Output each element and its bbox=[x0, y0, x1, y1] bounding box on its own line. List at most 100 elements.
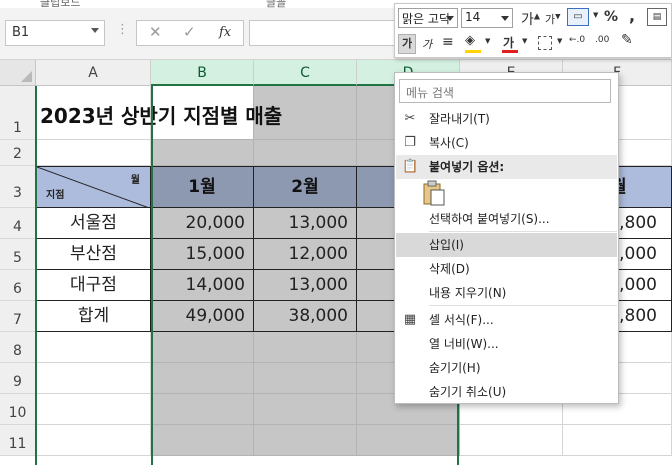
row-header-9[interactable]: 9 bbox=[0, 363, 36, 394]
menu-item-copy[interactable]: ❐ 복사(C) bbox=[396, 131, 617, 155]
column-header-c[interactable]: C bbox=[254, 60, 357, 86]
align-center-icon[interactable]: ≡ bbox=[442, 34, 454, 50]
bold-button[interactable]: 가 bbox=[398, 34, 416, 54]
fill-color-icon[interactable]: ◈ bbox=[465, 33, 481, 53]
decrease-decimal-button[interactable]: .00 bbox=[595, 35, 609, 45]
italic-button[interactable]: 가 bbox=[422, 36, 432, 52]
select-all-corner[interactable] bbox=[0, 60, 36, 86]
chevron-down-icon[interactable]: ▼ bbox=[593, 11, 598, 19]
chevron-down-icon[interactable] bbox=[91, 28, 99, 33]
chevron-down-icon[interactable]: ▼ bbox=[522, 37, 527, 45]
cell-empty[interactable] bbox=[36, 394, 151, 425]
cell-value[interactable]: 13,000 bbox=[254, 270, 357, 301]
menu-item-format-cells[interactable]: ▦ 셀 서식(F)... bbox=[396, 308, 617, 332]
cell-value[interactable]: 15,000 bbox=[151, 239, 254, 270]
cell-empty[interactable] bbox=[254, 332, 357, 363]
header-jan[interactable]: 1월 bbox=[151, 166, 254, 208]
row-header-4[interactable]: 4 bbox=[0, 208, 36, 239]
cell-branch[interactable]: 부산점 bbox=[36, 239, 151, 270]
cell-value[interactable]: 12,000 bbox=[254, 239, 357, 270]
cell-empty[interactable] bbox=[36, 332, 151, 363]
font-size-select[interactable]: 14 bbox=[461, 8, 513, 28]
chevron-down-icon[interactable]: ▼ bbox=[557, 37, 562, 45]
row-header-7[interactable]: 7 bbox=[0, 301, 36, 332]
chevron-down-icon[interactable]: ▼ bbox=[485, 37, 490, 45]
borders-icon[interactable] bbox=[538, 36, 552, 50]
menu-item-label: 선택하여 붙여넣기(S)... bbox=[429, 212, 550, 226]
cell-empty[interactable] bbox=[36, 363, 151, 394]
cell-a2[interactable] bbox=[36, 140, 151, 166]
cell-value[interactable]: 13,000 bbox=[254, 208, 357, 239]
row-header-10[interactable]: 10 bbox=[0, 394, 36, 425]
row-header-1[interactable]: 1 bbox=[0, 86, 36, 140]
row-header-11[interactable]: 11 bbox=[0, 425, 36, 456]
cell-empty[interactable] bbox=[357, 425, 460, 456]
menu-search-input[interactable]: 메뉴 검색 bbox=[399, 79, 611, 103]
cell-empty[interactable] bbox=[563, 425, 672, 456]
menu-item-delete[interactable]: 삭제(D) bbox=[396, 257, 617, 281]
format-painter-icon[interactable]: ▤ bbox=[647, 8, 667, 26]
context-menu: 메뉴 검색 ✂ 잘라내기(T) ❐ 복사(C) 📋 붙여넣기 옵션: 선택하여 … bbox=[394, 72, 619, 404]
function-icon[interactable]: fx bbox=[219, 25, 231, 40]
cell-branch[interactable]: 서울점 bbox=[36, 208, 151, 239]
menu-item-column-width[interactable]: 열 너비(W)... bbox=[396, 332, 617, 356]
cell-empty[interactable] bbox=[254, 363, 357, 394]
cell-value[interactable]: 14,000 bbox=[151, 270, 254, 301]
menu-item-clear-contents[interactable]: 내용 지우기(N) bbox=[396, 281, 617, 305]
format-brush-icon[interactable]: ✎ bbox=[621, 32, 633, 48]
cell-empty[interactable] bbox=[254, 425, 357, 456]
menu-item-hide[interactable]: 숨기기(H) bbox=[396, 356, 617, 380]
increase-font-button[interactable]: 가▲ bbox=[521, 9, 540, 29]
font-color-button[interactable]: 가 bbox=[502, 34, 518, 53]
paste-option-icon[interactable] bbox=[421, 179, 447, 207]
row-header-3[interactable]: 3 bbox=[0, 166, 36, 208]
cell-value[interactable]: 49,000 bbox=[151, 301, 254, 332]
accounting-format-icon[interactable]: ▭ bbox=[567, 8, 589, 26]
row-header-5[interactable]: 5 bbox=[0, 239, 36, 270]
font-name-select[interactable]: 맑은 고딕 bbox=[398, 8, 458, 28]
row-header-8[interactable]: 8 bbox=[0, 332, 36, 363]
chevron-down-icon[interactable] bbox=[501, 16, 509, 21]
cell-branch[interactable]: 대구점 bbox=[36, 270, 151, 301]
cell-branch[interactable]: 합계 bbox=[36, 301, 151, 332]
cell-empty[interactable] bbox=[151, 394, 254, 425]
menu-item-label: 삭제(D) bbox=[429, 262, 470, 276]
cell-empty[interactable] bbox=[460, 425, 563, 456]
increase-decimal-button[interactable]: ←.0 bbox=[569, 35, 585, 45]
cell-empty[interactable] bbox=[254, 394, 357, 425]
cell-empty[interactable] bbox=[151, 425, 254, 456]
menu-item-label: 열 너비(W)... bbox=[429, 337, 499, 351]
menu-item-unhide[interactable]: 숨기기 취소(U) bbox=[396, 380, 617, 404]
cell-empty[interactable] bbox=[151, 332, 254, 363]
comma-style-button[interactable]: , bbox=[629, 6, 635, 25]
cancel-icon[interactable]: ✕ bbox=[149, 23, 162, 41]
menu-item-label: 삽입(I) bbox=[429, 238, 464, 252]
copy-icon: ❐ bbox=[404, 135, 416, 150]
header-feb[interactable]: 2월 bbox=[254, 166, 357, 208]
column-header-a[interactable]: A bbox=[36, 60, 151, 86]
diagonal-header-cell[interactable]: 월 지점 bbox=[36, 166, 151, 208]
menu-separator bbox=[429, 305, 617, 306]
cell-empty[interactable] bbox=[151, 363, 254, 394]
cell-value[interactable]: 38,000 bbox=[254, 301, 357, 332]
chevron-down-icon[interactable] bbox=[446, 16, 454, 21]
cell-b2[interactable] bbox=[151, 140, 254, 166]
menu-item-paste-special[interactable]: 선택하여 붙여넣기(S)... bbox=[396, 207, 617, 231]
scissors-icon: ✂ bbox=[404, 111, 416, 126]
menu-item-label: 내용 지우기(N) bbox=[429, 286, 507, 300]
enter-icon[interactable]: ✓ bbox=[183, 23, 196, 41]
column-header-b[interactable]: B bbox=[151, 60, 254, 86]
cell-c2[interactable] bbox=[254, 140, 357, 166]
cell-value[interactable]: 20,000 bbox=[151, 208, 254, 239]
name-box[interactable]: B1 bbox=[5, 20, 105, 46]
ribbon-clipboard-label: 클립보드 bbox=[40, 0, 81, 8]
row-header-6[interactable]: 6 bbox=[0, 270, 36, 301]
cell-empty[interactable] bbox=[36, 425, 151, 456]
menu-item-label: 복사(C) bbox=[429, 136, 469, 150]
menu-item-insert[interactable]: 삽입(I) bbox=[396, 233, 617, 257]
increase-font-icon: 가 bbox=[521, 12, 534, 28]
decrease-font-button[interactable]: 가▼ bbox=[545, 11, 561, 27]
menu-item-cut[interactable]: ✂ 잘라내기(T) bbox=[396, 107, 617, 131]
percent-style-button[interactable]: % bbox=[604, 9, 618, 25]
row-header-2[interactable]: 2 bbox=[0, 140, 36, 166]
